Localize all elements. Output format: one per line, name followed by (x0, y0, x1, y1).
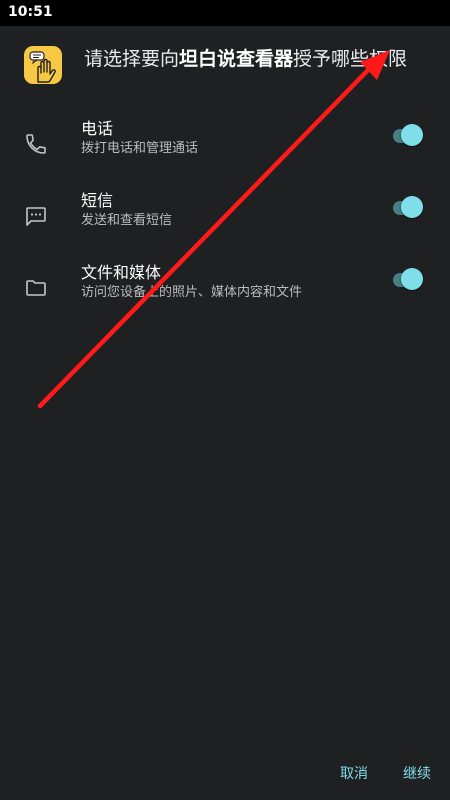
permission-row-storage[interactable]: 文件和媒体 访问您设备上的照片、媒体内容和文件 (0, 262, 450, 322)
permission-description: 拨打电话和管理通话 (81, 141, 199, 156)
permission-header: 请选择要向坦白说查看器授予哪些权限 (84, 46, 434, 72)
permission-row-phone[interactable]: 电话 拨打电话和管理通话 (0, 118, 450, 178)
toggle-thumb (401, 268, 423, 290)
permission-title: 电话 (81, 119, 114, 138)
header-prefix: 请选择要向 (84, 48, 180, 70)
folder-icon (24, 276, 48, 300)
phone-permission-toggle[interactable] (393, 124, 425, 148)
permission-description: 访问您设备上的照片、媒体内容和文件 (81, 285, 303, 300)
status-bar: 10:51 (0, 0, 450, 26)
toggle-thumb (401, 124, 423, 146)
sms-permission-toggle[interactable] (393, 196, 425, 220)
app-name: 坦白说查看器 (179, 48, 294, 70)
permission-title: 短信 (81, 191, 114, 210)
phone-icon (24, 132, 48, 156)
storage-permission-toggle[interactable] (393, 268, 425, 292)
continue-button[interactable]: 继续 (403, 764, 431, 784)
header-suffix: 授予哪些权限 (293, 48, 408, 70)
permission-description: 发送和查看短信 (81, 213, 173, 228)
toggle-thumb (401, 196, 423, 218)
permission-row-sms[interactable]: 短信 发送和查看短信 (0, 190, 450, 250)
status-time: 10:51 (8, 4, 53, 20)
app-logo-hand-icon (24, 46, 62, 84)
permission-title: 文件和媒体 (81, 263, 162, 282)
cancel-button[interactable]: 取消 (340, 764, 368, 784)
sms-icon (24, 204, 48, 228)
